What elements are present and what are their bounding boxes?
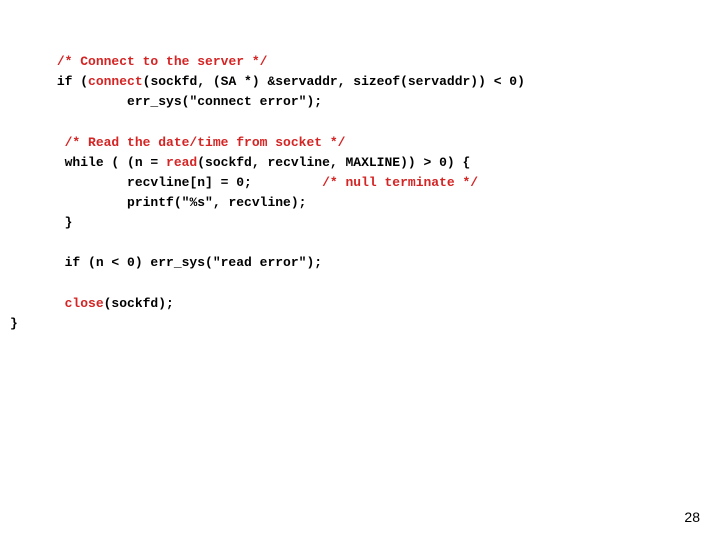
line: err_sys("connect error"); bbox=[10, 94, 322, 109]
line: recvline[n] = 0; /* null terminate */ bbox=[10, 175, 478, 190]
keyword-connect: connect bbox=[88, 74, 143, 89]
comment: /* Connect to the server */ bbox=[57, 54, 268, 69]
keyword-read: read bbox=[166, 155, 197, 170]
line: } bbox=[10, 215, 72, 230]
comment: /* null terminate */ bbox=[322, 175, 478, 190]
line: /* Connect to the server */ bbox=[10, 54, 267, 69]
line: } bbox=[10, 316, 18, 331]
comment: /* Read the date/time from socket */ bbox=[65, 135, 346, 150]
code-block: /* Connect to the server */ if (connect(… bbox=[10, 52, 525, 334]
keyword-close: close bbox=[65, 296, 104, 311]
line: close(sockfd); bbox=[10, 296, 174, 311]
line: /* Read the date/time from socket */ bbox=[10, 135, 345, 150]
page-number: 28 bbox=[684, 509, 700, 525]
line: printf("%s", recvline); bbox=[10, 195, 306, 210]
line: if (connect(sockfd, (SA *) &servaddr, si… bbox=[10, 74, 525, 89]
line: if (n < 0) err_sys("read error"); bbox=[10, 255, 322, 270]
line: while ( (n = read(sockfd, recvline, MAXL… bbox=[10, 155, 470, 170]
